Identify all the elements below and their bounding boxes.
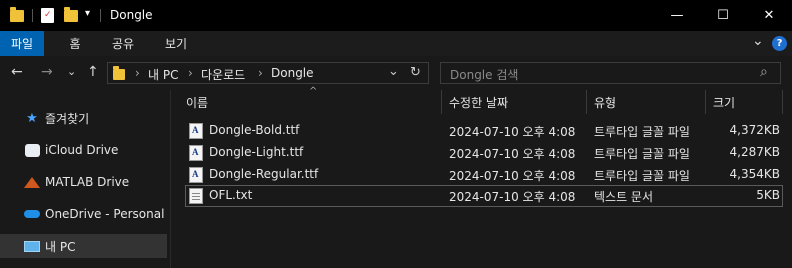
file-type: 트루타입 글꼴 파일: [594, 125, 690, 139]
column-header-name[interactable]: 이름: [186, 90, 436, 114]
breadcrumb-separator[interactable]: ›: [258, 66, 263, 80]
file-name: Dongle-Regular.ttf: [209, 167, 319, 181]
folder-icon: [113, 66, 125, 80]
file-size: 4,372KB: [729, 123, 780, 137]
expand-ribbon-icon[interactable]: ⌄: [752, 33, 764, 49]
folder-icon[interactable]: [10, 7, 24, 22]
sidebar-item-icloud-drive[interactable]: iCloud Drive: [0, 138, 167, 162]
breadcrumb-separator[interactable]: ›: [188, 66, 193, 80]
sidebar-item-label: iCloud Drive: [45, 143, 119, 157]
icloud-icon: [24, 143, 40, 157]
recent-locations-button[interactable]: ⌄: [67, 65, 76, 78]
sidebar-item-onedrive[interactable]: OneDrive - Personal: [0, 202, 167, 226]
address-history-dropdown[interactable]: ⌄: [388, 64, 399, 79]
file-date: 2024-07-10 오후 4:08: [449, 125, 576, 139]
file-size: 4,354KB: [729, 167, 780, 181]
breadcrumb-downloads[interactable]: 다운로드: [201, 66, 245, 83]
file-type: 트루타입 글꼴 파일: [594, 147, 690, 161]
search-box[interactable]: Dongle 검색 ⌕: [440, 62, 781, 84]
font-file-icon: [189, 167, 203, 183]
file-name: Dongle-Light.ttf: [209, 145, 304, 159]
help-icon[interactable]: ?: [772, 36, 787, 51]
refresh-icon[interactable]: ↻: [410, 65, 421, 80]
close-button[interactable]: ✕: [746, 0, 792, 31]
font-file-icon: [189, 145, 203, 161]
column-header-date-modified[interactable]: 수정한 날짜: [449, 90, 584, 114]
tab-share[interactable]: 공유: [104, 31, 142, 56]
navigation-pane: ★ 즐겨찾기 iCloud Drive MATLAB Drive OneDriv…: [0, 90, 170, 268]
column-divider[interactable]: [441, 90, 442, 114]
title-bar: ✓ ▾ Dongle — ☐ ✕: [0, 0, 792, 31]
up-button[interactable]: ↑: [87, 64, 99, 80]
sidebar-item-matlab-drive[interactable]: MATLAB Drive: [0, 170, 167, 194]
tab-home[interactable]: 홈: [60, 31, 90, 56]
sidebar-item-label: OneDrive - Personal: [45, 207, 165, 221]
file-row[interactable]: OFL.txt 2024-07-10 오후 4:08 텍스트 문서 5KB: [185, 185, 783, 207]
customize-quick-access-icon[interactable]: ▾: [85, 8, 90, 19]
forward-button[interactable]: →: [41, 64, 53, 80]
matlab-icon: [24, 175, 40, 189]
back-button[interactable]: ←: [11, 64, 23, 80]
tab-file[interactable]: 파일: [0, 31, 44, 56]
column-header-size[interactable]: 크기: [713, 90, 783, 114]
file-date: 2024-07-10 오후 4:08: [449, 190, 576, 204]
divider: [100, 9, 101, 22]
onedrive-icon: [24, 207, 40, 221]
address-bar[interactable]: › 내 PC › 다운로드 › Dongle ⌄ ↻: [107, 62, 429, 84]
properties-icon[interactable]: ✓: [41, 8, 54, 23]
window-title: Dongle: [110, 8, 153, 22]
column-divider[interactable]: [586, 90, 587, 114]
divider: [32, 9, 33, 22]
file-name: OFL.txt: [209, 188, 253, 202]
computer-icon: [24, 239, 40, 253]
sidebar-item-this-pc[interactable]: 내 PC: [0, 234, 167, 258]
file-date: 2024-07-10 오후 4:08: [449, 147, 576, 161]
file-row[interactable]: Dongle-Bold.ttf 2024-07-10 오후 4:08 트루타입 …: [185, 120, 783, 142]
column-header-type[interactable]: 유형: [594, 90, 704, 114]
tab-view[interactable]: 보기: [157, 31, 195, 56]
breadcrumb-separator[interactable]: ›: [135, 66, 140, 80]
column-divider[interactable]: [782, 90, 783, 114]
file-row[interactable]: Dongle-Regular.ttf 2024-07-10 오후 4:08 트루…: [185, 164, 783, 186]
file-type: 트루타입 글꼴 파일: [594, 169, 690, 183]
star-icon: ★: [26, 110, 38, 126]
font-file-icon: [189, 123, 203, 139]
file-size: 5KB: [756, 188, 780, 202]
ribbon-tabs: 파일 홈 공유 보기 ⌄ ?: [0, 31, 792, 56]
column-divider[interactable]: [705, 90, 706, 114]
maximize-button[interactable]: ☐: [700, 0, 746, 31]
sidebar-item-label: 내 PC: [45, 239, 76, 254]
file-list: ^ 이름 수정한 날짜 유형 크기 Dongle-Bold.ttf 2024-0…: [171, 86, 792, 268]
sidebar-item-label: MATLAB Drive: [45, 175, 130, 189]
file-date: 2024-07-10 오후 4:08: [449, 169, 576, 183]
breadcrumb-this-pc[interactable]: 내 PC: [148, 66, 178, 83]
breadcrumb-dongle[interactable]: Dongle: [271, 66, 314, 80]
minimize-button[interactable]: —: [654, 0, 700, 31]
address-row: ← → ⌄ ↑ › 내 PC › 다운로드 › Dongle ⌄ ↻ Dongl…: [0, 56, 792, 90]
search-input[interactable]: Dongle 검색: [450, 66, 518, 83]
search-icon[interactable]: ⌕: [760, 64, 768, 80]
sidebar-item-label: 즐겨찾기: [45, 111, 90, 126]
file-type: 텍스트 문서: [594, 190, 654, 204]
text-file-icon: [189, 188, 203, 204]
new-folder-icon[interactable]: [64, 7, 78, 22]
sidebar-item-quick-access[interactable]: ★ 즐겨찾기: [0, 106, 167, 130]
file-row[interactable]: Dongle-Light.ttf 2024-07-10 오후 4:08 트루타입…: [185, 142, 783, 164]
file-name: Dongle-Bold.ttf: [209, 123, 300, 137]
file-size: 4,287KB: [729, 145, 780, 159]
